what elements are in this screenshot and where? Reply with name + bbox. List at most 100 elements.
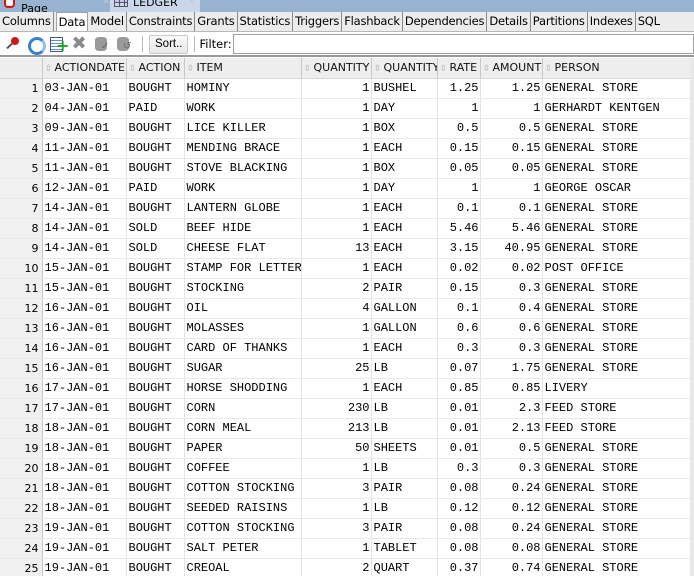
quantity-cell[interactable]: 25 (301, 358, 372, 379)
table-row[interactable]: 19 18-JAN-01 BOUGHT PAPER 50 SHEETS 0.01 0.5 GEN… (0, 438, 691, 459)
actiondate-cell[interactable]: 15-JAN-01 (42, 258, 127, 279)
filter-input[interactable] (232, 34, 694, 54)
column-header-person[interactable]: ⇳ PERSON (542, 58, 691, 79)
action-cell[interactable]: BOUGHT (126, 518, 185, 539)
person-cell[interactable]: GERHARDT KENTGEN (542, 98, 691, 119)
table-row[interactable]: 22 18-JAN-01 BOUGHT SEEDED RAISINS 1 LB 0.12 0.… (0, 498, 691, 519)
quantity-cell[interactable]: 1 (301, 98, 372, 119)
action-cell[interactable]: BOUGHT (126, 158, 185, 179)
sort-arrows-icon[interactable]: ⇳ (440, 64, 448, 74)
item-cell[interactable]: WORK (184, 98, 302, 119)
person-cell[interactable]: GENERAL STORE (542, 478, 691, 499)
actiondate-cell[interactable]: 16-JAN-01 (42, 338, 127, 359)
table-row[interactable]: 3 09-JAN-01 BOUGHT LICE KILLER 1 BOX 0.5 0.5 GEN… (0, 118, 691, 139)
quantitytype-cell[interactable]: EACH (371, 138, 438, 159)
quantitytype-cell[interactable]: BOX (371, 118, 438, 139)
amount-cell[interactable]: 1 (480, 178, 543, 199)
table-row[interactable]: 15 16-JAN-01 BOUGHT SUGAR 25 LB 0.07 1.75 GENERA… (0, 358, 691, 379)
table-row[interactable]: 17 17-JAN-01 BOUGHT CORN 230 LB 0.01 2.3 FEED ST… (0, 398, 691, 419)
amount-cell[interactable]: 0.05 (480, 158, 543, 179)
person-cell[interactable]: GENERAL STORE (542, 298, 691, 319)
rate-cell[interactable]: 0.3 (437, 338, 481, 359)
rate-cell[interactable]: 0.05 (437, 158, 481, 179)
actiondate-cell[interactable]: 12-JAN-01 (42, 178, 127, 199)
quantity-cell[interactable]: 1 (301, 378, 372, 399)
quantity-cell[interactable]: 1 (301, 338, 372, 359)
action-cell[interactable]: BOUGHT (126, 138, 185, 159)
action-cell[interactable]: BOUGHT (126, 458, 185, 479)
action-cell[interactable]: BOUGHT (126, 378, 185, 399)
quantitytype-cell[interactable]: QUART (371, 558, 438, 576)
pin-icon[interactable] (4, 35, 22, 53)
actiondate-cell[interactable]: 11-JAN-01 (42, 158, 127, 179)
item-cell[interactable]: SEEDED RAISINS (184, 498, 302, 519)
actiondate-cell[interactable]: 18-JAN-01 (42, 498, 127, 519)
action-cell[interactable]: BOUGHT (126, 538, 185, 559)
quantitytype-cell[interactable]: EACH (371, 258, 438, 279)
actiondate-cell[interactable]: 19-JAN-01 (42, 538, 127, 559)
amount-cell[interactable]: 0.02 (480, 258, 543, 279)
quantitytype-cell[interactable]: BOX (371, 158, 438, 179)
item-cell[interactable]: STOCKING (184, 278, 302, 299)
amount-cell[interactable]: 0.1 (480, 198, 543, 219)
quantitytype-cell[interactable]: LB (371, 358, 438, 379)
quantitytype-cell[interactable]: PAIR (371, 478, 438, 499)
sort-arrows-icon[interactable]: ⇳ (187, 64, 195, 74)
rate-cell[interactable]: 0.08 (437, 518, 481, 539)
table-row[interactable]: 13 16-JAN-01 BOUGHT MOLASSES 1 GALLON 0.6 0.6 GE… (0, 318, 691, 339)
table-row[interactable]: 4 11-JAN-01 BOUGHT MENDING BRACE 1 EACH 0.15 0.… (0, 138, 691, 159)
quantitytype-cell[interactable]: LB (371, 458, 438, 479)
person-cell[interactable]: GENERAL STORE (542, 78, 691, 99)
item-cell[interactable]: LICE KILLER (184, 118, 302, 139)
tab-statistics[interactable]: Statistics (238, 12, 294, 31)
actiondate-cell[interactable]: 19-JAN-01 (42, 518, 127, 539)
close-icon[interactable]: ✕ (188, 0, 196, 7)
rate-cell[interactable]: 0.15 (437, 138, 481, 159)
quantity-cell[interactable]: 1 (301, 458, 372, 479)
table-row[interactable]: 8 14-JAN-01 SOLD BEEF HIDE 1 EACH 5.46 5.46 GENE… (0, 218, 691, 239)
quantity-cell[interactable]: 3 (301, 518, 372, 539)
quantity-cell[interactable]: 1 (301, 178, 372, 199)
item-cell[interactable]: HORSE SHODDING (184, 378, 302, 399)
actiondate-cell[interactable]: 17-JAN-01 (42, 398, 127, 419)
quantitytype-cell[interactable]: PAIR (371, 278, 438, 299)
quantitytype-cell[interactable]: DAY (371, 98, 438, 119)
person-cell[interactable]: GENERAL STORE (542, 318, 691, 339)
rate-cell[interactable]: 0.1 (437, 298, 481, 319)
action-cell[interactable]: BOUGHT (126, 318, 185, 339)
item-cell[interactable]: LANTERN GLOBE (184, 198, 302, 219)
sort-arrows-icon[interactable]: ⇳ (129, 64, 137, 74)
actiondate-cell[interactable]: 17-JAN-01 (42, 378, 127, 399)
sort-arrows-icon[interactable]: ⇳ (45, 64, 53, 74)
table-row[interactable]: 10 15-JAN-01 BOUGHT STAMP FOR LETTER 1 EACH 0.… (0, 258, 691, 279)
amount-cell[interactable]: 1.75 (480, 358, 543, 379)
rate-cell[interactable]: 1 (437, 98, 481, 119)
person-cell[interactable]: GENERAL STORE (542, 278, 691, 299)
item-cell[interactable]: COTTON STOCKING (184, 478, 302, 499)
rate-cell[interactable]: 1 (437, 178, 481, 199)
tab-model[interactable]: Model (88, 12, 127, 31)
quantitytype-cell[interactable]: DAY (371, 178, 438, 199)
item-cell[interactable]: COFFEE (184, 458, 302, 479)
quantitytype-cell[interactable]: LB (371, 418, 438, 439)
rate-cell[interactable]: 0.1 (437, 198, 481, 219)
item-cell[interactable]: COTTON STOCKING (184, 518, 302, 539)
amount-cell[interactable]: 0.12 (480, 498, 543, 519)
rate-cell[interactable]: 1.25 (437, 78, 481, 99)
quantitytype-cell[interactable]: SHEETS (371, 438, 438, 459)
rollback-icon[interactable] (114, 35, 132, 53)
action-cell[interactable]: BOUGHT (126, 558, 185, 576)
action-cell[interactable]: BOUGHT (126, 438, 185, 459)
amount-cell[interactable]: 40.95 (480, 238, 543, 259)
actiondate-cell[interactable]: 14-JAN-01 (42, 218, 127, 239)
table-row[interactable]: 18 18-JAN-01 BOUGHT CORN MEAL 213 LB 0.01 2.13 F… (0, 418, 691, 439)
column-header-action[interactable]: ⇳ ACTION (126, 58, 185, 79)
action-cell[interactable]: BOUGHT (126, 118, 185, 139)
tab-flashback[interactable]: Flashback (342, 12, 403, 31)
rate-cell[interactable]: 0.3 (437, 458, 481, 479)
sort-arrows-icon[interactable]: ⇳ (304, 64, 312, 74)
rate-cell[interactable]: 0.85 (437, 378, 481, 399)
actiondate-cell[interactable]: 14-JAN-01 (42, 198, 127, 219)
person-cell[interactable]: GENERAL STORE (542, 358, 691, 379)
table-row[interactable]: 12 16-JAN-01 BOUGHT OIL 4 GALLON 0.1 0.4 GENERAL… (0, 298, 691, 319)
